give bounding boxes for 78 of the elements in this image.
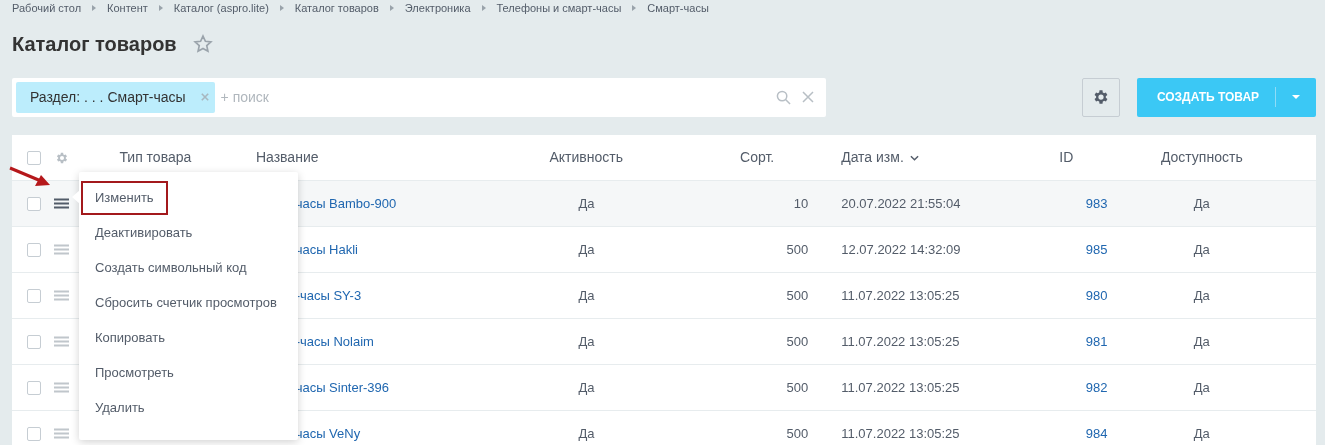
search-icon[interactable] (776, 89, 791, 105)
checkbox[interactable] (26, 426, 41, 441)
table-cell: 11.07.2022 13:05:25 (841, 425, 960, 441)
column-header[interactable]: Активность (549, 149, 623, 165)
breadcrumb-link[interactable]: Электроника (404, 0, 471, 17)
search-input[interactable]: + поиск (220, 86, 776, 108)
checkbox[interactable] (26, 288, 41, 303)
id-link[interactable]: 985 (1085, 241, 1108, 257)
close-icon[interactable] (802, 91, 814, 103)
page-title: Каталог товаров (12, 31, 177, 57)
table-cell: 11.07.2022 13:05:25 (841, 333, 960, 349)
table-cell: Да (578, 333, 595, 349)
product-name-link[interactable]: -часы SY-3 (295, 287, 362, 303)
menu-item[interactable]: Изменить (81, 181, 168, 215)
breadcrumb-link[interactable]: Смарт-часы (647, 0, 709, 17)
checkbox[interactable] (26, 150, 41, 165)
table-cell: Да (1193, 425, 1210, 441)
table-cell: 500 (786, 287, 809, 303)
table-cell: 11.07.2022 13:05:25 (841, 287, 960, 303)
menu-icon[interactable] (54, 198, 70, 209)
table-cell: Да (1193, 287, 1210, 303)
id-link[interactable]: 981 (1085, 333, 1108, 349)
chevron-icon (92, 5, 97, 11)
table-cell: Да (578, 425, 595, 441)
chevron-icon (279, 5, 284, 11)
checkbox[interactable] (26, 242, 41, 257)
table-cell: 500 (786, 379, 809, 395)
id-link[interactable]: 982 (1085, 379, 1108, 395)
menu-item[interactable]: Сбросить счетчик просмотров (81, 286, 291, 320)
table-cell: 500 (786, 241, 809, 257)
breadcrumb-link[interactable]: Рабочий стол (12, 0, 82, 17)
table-cell: Да (1193, 333, 1210, 349)
chevron-icon (158, 5, 163, 11)
settings-icon (54, 150, 69, 165)
table-cell: Да (1193, 241, 1210, 257)
checkbox[interactable] (26, 334, 41, 349)
table-cell: Да (578, 287, 595, 303)
filter-search-field[interactable]: Раздел: . . . Смарт-часы + поиск (12, 77, 826, 117)
checkbox[interactable] (26, 196, 41, 211)
table-cell: Да (1193, 195, 1210, 211)
breadcrumb-link[interactable]: Каталог (aspro.lite) (173, 0, 269, 17)
chevron-icon (389, 5, 394, 11)
table-cell: 12.07.2022 14:32:09 (841, 241, 961, 257)
id-link[interactable]: 980 (1085, 287, 1108, 303)
pointer-arrow (9, 166, 51, 188)
table-cell: 20.07.2022 21:55:04 (841, 195, 961, 211)
product-name-link[interactable]: -часы Nolaim (295, 333, 374, 349)
chevron-down-icon (909, 154, 919, 161)
table-cell: 500 (786, 425, 809, 441)
table-cell: 10 (793, 195, 809, 211)
filter-tag[interactable]: Раздел: . . . Смарт-часы (16, 81, 215, 113)
filter-tag-label: Раздел: . . . Смарт-часы (30, 87, 186, 107)
breadcrumb-link[interactable]: Телефоны и смарт-часы (496, 0, 622, 17)
breadcrumb-link[interactable]: Контент (107, 0, 148, 17)
column-header[interactable]: ID (1059, 149, 1074, 165)
table-cell: Да (578, 195, 595, 211)
caret-icon[interactable] (1292, 95, 1300, 99)
column-header[interactable]: Дата изм. (841, 147, 904, 168)
menu-item[interactable]: Копировать (81, 321, 179, 355)
settings-icon (1092, 88, 1110, 106)
table-cell: Да (578, 241, 595, 257)
table-cell: 500 (786, 333, 809, 349)
table-cell: 11.07.2022 13:05:25 (841, 379, 960, 395)
star-icon[interactable] (192, 33, 213, 54)
settings-button[interactable] (1082, 77, 1120, 117)
close-icon[interactable] (200, 93, 209, 101)
column-header[interactable]: Название (255, 149, 319, 165)
table-cell: Да (1193, 379, 1210, 395)
column-header[interactable]: Сорт. (740, 149, 775, 165)
table-cell: Да (578, 379, 595, 395)
chevron-icon (481, 5, 486, 11)
chevron-icon (632, 5, 637, 11)
column-header[interactable]: Доступность (1160, 149, 1243, 165)
id-link[interactable]: 984 (1085, 425, 1108, 441)
checkbox[interactable] (26, 380, 41, 395)
breadcrumb-link[interactable]: Каталог товаров (294, 0, 379, 17)
id-link[interactable]: 983 (1085, 195, 1108, 211)
column-header[interactable]: Тип товара (119, 149, 192, 165)
